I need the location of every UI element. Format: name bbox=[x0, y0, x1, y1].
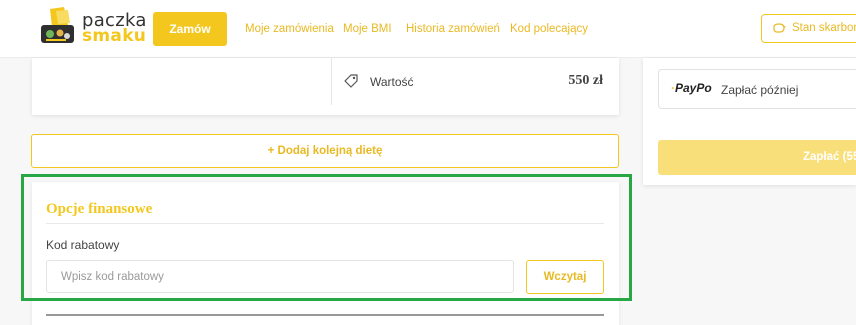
order-summary-card: Wartość 550 zł bbox=[32, 58, 619, 115]
piggy-bank-icon bbox=[773, 23, 786, 33]
payment-card: ·PayPo Zapłać później Zapłać (550 zł) bbox=[643, 58, 856, 185]
paypo-option-label: Zapłać później bbox=[721, 83, 799, 97]
logo[interactable]: paczka smaku bbox=[38, 5, 146, 51]
logo-word-smaku: smaku bbox=[82, 26, 147, 46]
paypo-logo: ·PayPo bbox=[671, 81, 712, 95]
nav-order-history[interactable]: Historia zamówień bbox=[406, 23, 500, 35]
summary-divider bbox=[331, 58, 332, 105]
price-tag-icon bbox=[344, 74, 358, 88]
value-label: Wartość bbox=[370, 75, 414, 89]
order-button[interactable]: Zamów bbox=[153, 12, 227, 46]
nav-my-orders[interactable]: Moje zamówienia bbox=[245, 23, 334, 35]
wallet-button[interactable]: Stan skarbonki bbox=[761, 14, 856, 43]
paypo-payment-option[interactable]: ·PayPo Zapłać później bbox=[658, 69, 856, 109]
top-header: paczka smaku Zamów Moje zamówienia Moje … bbox=[0, 0, 856, 58]
value-amount: 550 zł bbox=[568, 73, 603, 88]
highlight-frame bbox=[21, 174, 632, 301]
wallet-button-label: Stan skarbonki bbox=[792, 22, 856, 34]
nav-my-bmi[interactable]: Moje BMI bbox=[343, 23, 392, 35]
add-diet-button[interactable]: + Dodaj kolejną dietę bbox=[31, 134, 619, 168]
pay-button[interactable]: Zapłać (550 zł) bbox=[658, 140, 856, 175]
finance-bottom-divider bbox=[46, 314, 604, 316]
paypo-logo-text: PayPo bbox=[675, 81, 712, 95]
nav-referral-code[interactable]: Kod polecający bbox=[510, 23, 588, 35]
lunchbox-logo-icon bbox=[41, 7, 74, 43]
